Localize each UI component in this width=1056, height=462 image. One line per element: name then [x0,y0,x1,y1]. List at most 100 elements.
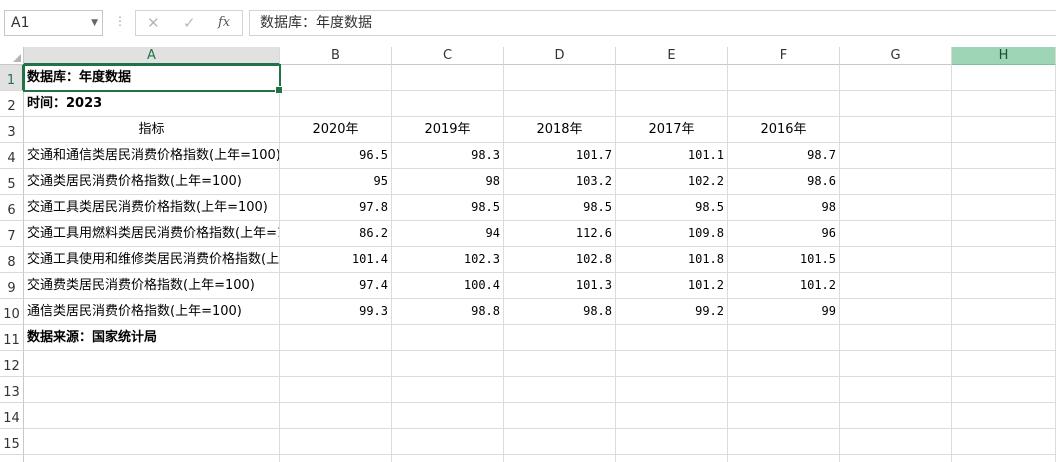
cell-f3[interactable]: 2016年 [728,117,840,143]
cell-e14[interactable] [616,403,728,429]
cell-g15[interactable] [840,429,952,455]
row-header-11[interactable]: 11 [0,325,24,351]
cell-f9[interactable]: 101.2 [728,273,840,299]
cell-f12[interactable] [728,351,840,377]
insert-function-icon[interactable]: fx [218,15,230,30]
cell-a4[interactable]: 交通和通信类居民消费价格指数(上年=100) [24,143,280,169]
cell-c2[interactable] [392,91,504,117]
more-options-icon[interactable]: ⋮ [114,14,126,28]
cell-c5[interactable]: 98 [392,169,504,195]
cell-a16[interactable] [24,455,280,462]
cell-f2[interactable] [728,91,840,117]
chevron-down-icon[interactable]: ▼ [91,11,98,35]
cell-a12[interactable] [24,351,280,377]
cell-f15[interactable] [728,429,840,455]
cell-a11[interactable]: 数据来源：国家统计局 [24,325,280,351]
cell-e4[interactable]: 101.1 [616,143,728,169]
cell-e10[interactable]: 99.2 [616,299,728,325]
cell-h11[interactable] [952,325,1056,351]
cell-c3[interactable]: 2019年 [392,117,504,143]
column-header-b[interactable]: B [280,47,392,65]
cell-e2[interactable] [616,91,728,117]
row-header-6[interactable]: 6 [0,195,24,221]
cell-g3[interactable] [840,117,952,143]
cell-b8[interactable]: 101.4 [280,247,392,273]
cell-e13[interactable] [616,377,728,403]
cell-h3[interactable] [952,117,1056,143]
name-box[interactable]: A1 ▼ [4,10,103,36]
row-header-12[interactable]: 12 [0,351,24,377]
cell-b7[interactable]: 86.2 [280,221,392,247]
row-header-3[interactable]: 3 [0,117,24,143]
cell-h1[interactable] [952,65,1056,91]
cell-h15[interactable] [952,429,1056,455]
cell-c14[interactable] [392,403,504,429]
row-header-5[interactable]: 5 [0,169,24,195]
cell-c16[interactable] [392,455,504,462]
cell-d14[interactable] [504,403,616,429]
cell-e3[interactable]: 2017年 [616,117,728,143]
row-header-9[interactable]: 9 [0,273,24,299]
cell-a1[interactable]: 数据库：年度数据 [24,65,280,91]
cell-a2[interactable]: 时间：2023 [24,91,280,117]
cell-h8[interactable] [952,247,1056,273]
cell-c10[interactable]: 98.8 [392,299,504,325]
row-header-13[interactable]: 13 [0,377,24,403]
cell-a6[interactable]: 交通工具类居民消费价格指数(上年=100) [24,195,280,221]
column-header-g[interactable]: G [840,47,952,65]
cell-h9[interactable] [952,273,1056,299]
cell-h6[interactable] [952,195,1056,221]
cell-f10[interactable]: 99 [728,299,840,325]
cell-a5[interactable]: 交通类居民消费价格指数(上年=100) [24,169,280,195]
cell-d11[interactable] [504,325,616,351]
column-header-h[interactable]: H [952,47,1056,65]
column-header-a[interactable]: A [24,47,280,65]
cell-b13[interactable] [280,377,392,403]
cell-a9[interactable]: 交通费类居民消费价格指数(上年=100) [24,273,280,299]
cancel-icon[interactable]: ✕ [147,14,160,32]
cell-b12[interactable] [280,351,392,377]
row-header-2[interactable]: 2 [0,91,24,117]
cell-f14[interactable] [728,403,840,429]
cell-c11[interactable] [392,325,504,351]
row-header-7[interactable]: 7 [0,221,24,247]
cell-e6[interactable]: 98.5 [616,195,728,221]
row-header-4[interactable]: 4 [0,143,24,169]
cell-a7[interactable]: 交通工具用燃料类居民消费价格指数(上年=1 [24,221,280,247]
cell-g8[interactable] [840,247,952,273]
cell-g9[interactable] [840,273,952,299]
cell-e16[interactable] [616,455,728,462]
cell-d9[interactable]: 101.3 [504,273,616,299]
cell-h14[interactable] [952,403,1056,429]
cell-g1[interactable] [840,65,952,91]
cell-b14[interactable] [280,403,392,429]
cell-a13[interactable] [24,377,280,403]
row-header-1[interactable]: 1 [0,65,24,91]
cell-e8[interactable]: 101.8 [616,247,728,273]
cell-f1[interactable] [728,65,840,91]
cell-c9[interactable]: 100.4 [392,273,504,299]
cell-d16[interactable] [504,455,616,462]
cell-d10[interactable]: 98.8 [504,299,616,325]
column-header-d[interactable]: D [504,47,616,65]
cell-f6[interactable]: 98 [728,195,840,221]
cell-e7[interactable]: 109.8 [616,221,728,247]
cell-e15[interactable] [616,429,728,455]
cell-b5[interactable]: 95 [280,169,392,195]
column-header-f[interactable]: F [728,47,840,65]
cell-c15[interactable] [392,429,504,455]
select-all-button[interactable] [0,47,24,65]
cell-e5[interactable]: 102.2 [616,169,728,195]
cell-e12[interactable] [616,351,728,377]
cell-g16[interactable] [840,455,952,462]
cell-d3[interactable]: 2018年 [504,117,616,143]
cell-a15[interactable] [24,429,280,455]
cell-f5[interactable]: 98.6 [728,169,840,195]
cell-d15[interactable] [504,429,616,455]
column-header-c[interactable]: C [392,47,504,65]
cell-g2[interactable] [840,91,952,117]
cell-c1[interactable] [392,65,504,91]
cell-b4[interactable]: 96.5 [280,143,392,169]
cell-a10[interactable]: 通信类居民消费价格指数(上年=100) [24,299,280,325]
cell-a14[interactable] [24,403,280,429]
